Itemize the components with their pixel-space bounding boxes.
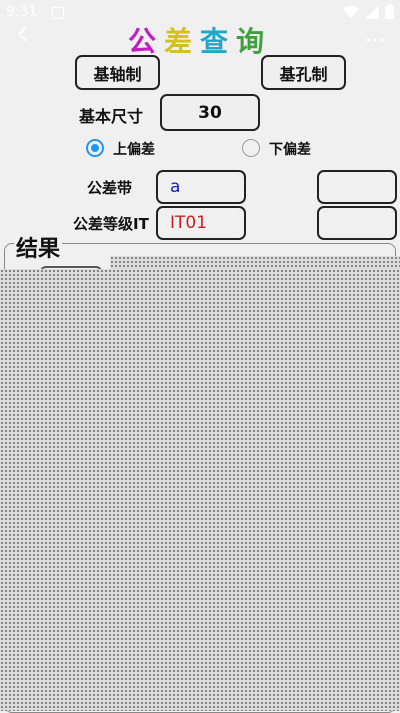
- redacted-overlay-top: [110, 256, 400, 270]
- tolerance-grade-output: [317, 206, 397, 240]
- title-char-3: 查: [200, 25, 237, 58]
- wifi-icon: [343, 5, 359, 18]
- lower-deviation-label: 下偏差: [269, 142, 311, 158]
- battery-icon: [385, 4, 394, 19]
- tolerance-zone-label: 公差带: [87, 179, 133, 197]
- title-char-2: 差: [163, 25, 200, 58]
- tolerance-grade-label: 公差等级IT: [73, 215, 149, 233]
- tolerance-zone-output: [317, 170, 397, 204]
- result-title: 结果: [14, 231, 63, 263]
- tolerance-grade-select[interactable]: IT01: [156, 206, 246, 240]
- lower-deviation-radio[interactable]: [242, 139, 260, 157]
- tolerance-zone-select[interactable]: a: [156, 170, 246, 204]
- status-icons: [343, 4, 394, 19]
- title-char-1: 公: [127, 25, 164, 58]
- upper-deviation-radio[interactable]: [86, 139, 104, 157]
- signal-icon: [365, 4, 379, 19]
- redacted-overlay: [0, 269, 400, 711]
- page-title: 公差查询: [0, 20, 400, 60]
- title-char-4: 询: [236, 25, 273, 58]
- shaft-basis-button[interactable]: 基轴制: [75, 55, 160, 90]
- hole-basis-button[interactable]: 基孔制: [261, 55, 346, 90]
- basic-size-input[interactable]: 30: [160, 94, 260, 131]
- upper-deviation-label: 上偏差: [113, 142, 155, 158]
- basic-size-label: 基本尺寸: [79, 107, 144, 126]
